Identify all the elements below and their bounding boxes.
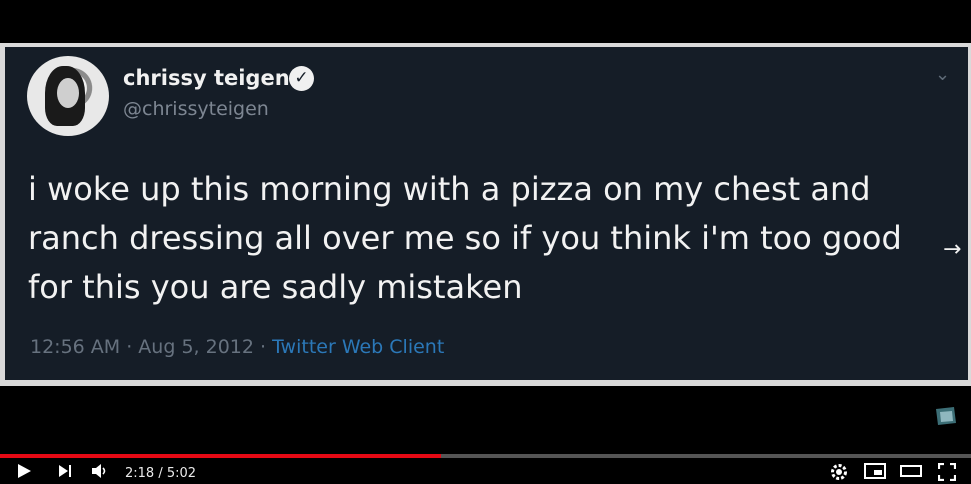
video-frame[interactable]: chrissy teigen ✓ @chrissyteigen ⌄ i woke… [0,0,971,454]
theater-icon[interactable] [900,463,922,479]
tweet-client: Twitter Web Client [272,336,445,358]
tweet-meta: 12:56 AM · Aug 5, 2012 · Twitter Web Cli… [30,336,444,358]
next-icon[interactable] [58,463,72,479]
tweet-author-handle: @chrissyteigen [123,98,269,120]
settings-icon[interactable] [830,463,848,481]
volume-icon[interactable] [91,463,109,479]
time-display: 2:18 / 5:02 [125,466,197,481]
chevron-down-icon: ⌄ [935,64,951,85]
channel-watermark-icon[interactable] [934,405,958,427]
duration: 5:02 [166,466,197,481]
miniplayer-icon[interactable] [864,463,886,479]
avatar [27,56,109,136]
play-icon[interactable] [16,463,32,479]
player-controls: 2:18 / 5:02 [0,458,971,484]
tweet-text: i woke up this morning with a pizza on m… [28,170,902,306]
arrow-right-icon: → [943,237,962,262]
tweet-author-name: chrissy teigen [123,66,290,90]
fullscreen-icon[interactable] [938,463,956,481]
verified-icon: ✓ [289,66,314,91]
tweet-timestamp: 12:56 AM · Aug 5, 2012 · [30,336,267,358]
current-time: 2:18 [125,466,155,481]
